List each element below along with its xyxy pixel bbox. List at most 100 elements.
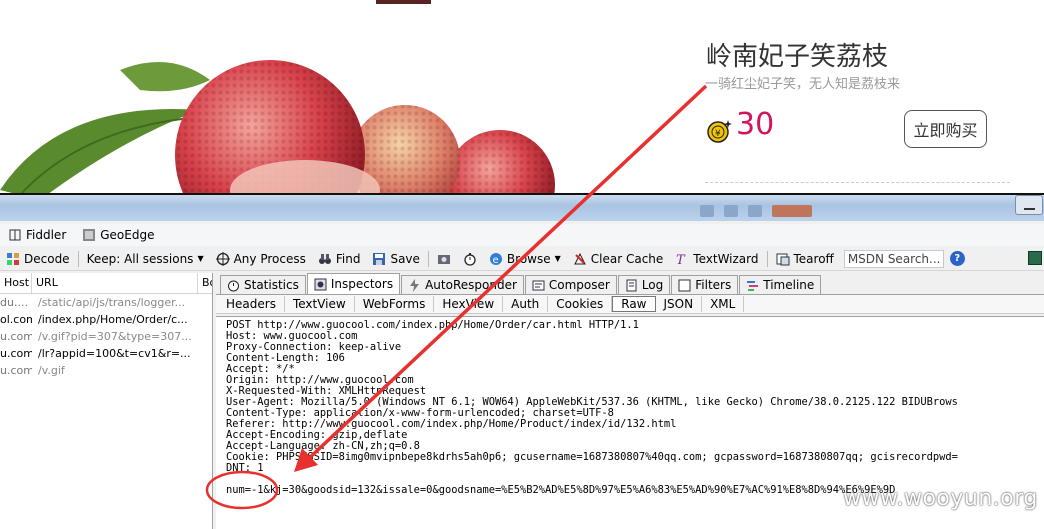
product-web-page: 岭南妃子笑荔枝 一骑红尘妃子笑，无人知是荔枝来 ¥ 30 立即购买	[0, 0, 1044, 196]
session-row[interactable]: ol.com/index.php/Home/Order/c...	[0, 311, 212, 328]
blurred-title	[700, 205, 840, 217]
find-label: Find	[335, 251, 361, 266]
checkbox-icon	[678, 279, 691, 291]
find-button[interactable]: Find	[312, 252, 367, 266]
subtab-json[interactable]: JSON	[656, 296, 703, 312]
dropdown-arrow-icon: ▼	[197, 254, 204, 263]
decode-label: Decode	[24, 251, 70, 266]
save-icon	[373, 252, 386, 265]
session-url: /lr?appid=100&t=cv1&r=...	[38, 347, 191, 360]
menu-bar: Fiddler GeoEdge	[0, 224, 1044, 246]
subtab-auth[interactable]: Auth	[503, 296, 549, 312]
fiddler-window: Fiddler GeoEdge Decode Keep: All session…	[0, 193, 1044, 529]
subtab-cookies[interactable]: Cookies	[548, 296, 613, 312]
menu-fiddler[interactable]: Fiddler	[0, 228, 74, 242]
subtab-raw[interactable]: Raw	[612, 296, 656, 312]
product-subtitle: 一骑红尘妃子笑，无人知是荔枝来	[705, 77, 901, 92]
keep-sessions-dropdown[interactable]: Keep: All sessions ▼	[81, 252, 210, 266]
tab-label: Inspectors	[330, 277, 394, 291]
browse-button[interactable]: e Browse ▼	[483, 252, 567, 266]
session-host: u.com	[0, 330, 32, 343]
clear-cache-icon	[573, 252, 586, 264]
geoedge-icon	[83, 229, 96, 241]
raw-line: Proxy-Connection: keep-alive	[226, 341, 402, 353]
lightning-icon	[410, 278, 420, 292]
screenshot-button[interactable]	[431, 252, 457, 266]
menu-geoedge[interactable]: GeoEdge	[74, 228, 162, 242]
raw-line: Content-Length: 106	[226, 352, 345, 364]
divider	[705, 182, 1010, 183]
save-button[interactable]: Save	[366, 252, 425, 266]
timer-button[interactable]	[457, 252, 483, 266]
sessions-list: Host URL Bo du.... /static/api/js/trans/l…	[0, 273, 213, 529]
inspectors-icon	[314, 278, 327, 290]
tearoff-icon	[776, 253, 789, 265]
timeline-icon	[747, 280, 759, 291]
raw-line: Cookie: PHPSESSID=8img0mvipnbepe8kdrhs5a…	[226, 451, 958, 463]
toolbar: Decode Keep: All sessions ▼ Any Process …	[0, 247, 1044, 271]
ie-icon: e	[489, 252, 502, 266]
decode-button[interactable]: Decode	[0, 252, 76, 266]
tab-label: AutoResponder	[425, 278, 517, 292]
product-title: 岭南妃子笑荔枝	[706, 42, 889, 72]
camera-icon	[437, 254, 450, 264]
session-row[interactable]: u.com/lr?appid=100&t=cv1&r=...	[0, 345, 212, 362]
subtab-hexview[interactable]: HexView	[434, 296, 504, 312]
save-label: Save	[390, 251, 420, 266]
textwizard-label: TextWizard	[693, 251, 759, 266]
session-row[interactable]: u.com/v.gif?pid=307&type=307...	[0, 328, 212, 345]
session-host: ol.com	[0, 313, 32, 326]
tab-composer[interactable]: Composer	[524, 275, 617, 294]
session-url: /v.gif?pid=307&type=307...	[38, 330, 192, 343]
clear-cache-button[interactable]: Clear Cache	[567, 252, 670, 266]
tab-label: Statistics	[244, 278, 299, 292]
tab-inspectors[interactable]: Inspectors	[306, 273, 401, 294]
subtab-xml[interactable]: XML	[702, 296, 745, 312]
column-header-body[interactable]: Bo	[198, 273, 212, 293]
tab-statistics[interactable]: Statistics	[220, 275, 306, 294]
tab-label: Filters	[695, 278, 732, 292]
session-host: u.com	[0, 364, 32, 377]
msdn-search-input[interactable]	[843, 249, 944, 268]
svg-text:¥: ¥	[715, 129, 721, 139]
session-url: /static/api/js/trans/logger...	[38, 296, 186, 309]
browse-label: Browse	[506, 251, 551, 266]
tearoff-label: Tearoff	[793, 251, 834, 266]
subtab-textview[interactable]: TextView	[285, 296, 355, 312]
svg-text:e: e	[492, 255, 498, 266]
any-process-button[interactable]: Any Process	[210, 251, 312, 266]
book-icon	[9, 229, 21, 241]
keep-sessions-label: Keep: All sessions	[86, 251, 194, 266]
subtab-webforms[interactable]: WebForms	[355, 296, 435, 312]
tearoff-button[interactable]: Tearoff	[770, 252, 840, 266]
request-subtabs: Headers TextView WebForms HexView Auth Cookie…	[216, 294, 1044, 314]
dropdown-arrow-icon: ▼	[554, 254, 561, 263]
tab-timeline[interactable]: Timeline	[739, 275, 822, 294]
online-status-icon[interactable]	[1028, 251, 1042, 265]
menu-fiddler-label: Fiddler	[26, 228, 67, 242]
tab-label: Timeline	[763, 278, 815, 292]
stopwatch-icon	[464, 252, 476, 266]
clear-cache-label: Clear Cache	[590, 251, 664, 266]
tab-label: Log	[641, 278, 664, 292]
tab-filters[interactable]: Filters	[671, 275, 739, 294]
tab-log[interactable]: Log	[617, 275, 671, 294]
minimize-button[interactable]	[1015, 195, 1043, 215]
composer-icon	[532, 280, 545, 290]
session-row[interactable]: du.... /static/api/js/trans/logger...	[0, 294, 212, 311]
tab-autoresponder[interactable]: AutoResponder	[401, 275, 524, 294]
stopwatch-icon	[228, 280, 239, 291]
session-row[interactable]: u.com/v.gif	[0, 362, 212, 379]
column-header-url[interactable]: URL	[32, 273, 198, 293]
watermark: www.wooyun.org	[843, 486, 1038, 511]
svg-text:T: T	[676, 253, 686, 266]
session-url: /index.php/Home/Order/c...	[38, 313, 188, 326]
session-rows: du.... /static/api/js/trans/logger... ol.c…	[0, 294, 212, 379]
help-icon[interactable]: ?	[949, 251, 965, 266]
buy-now-button[interactable]: 立即购买	[904, 110, 987, 148]
binoculars-icon	[318, 253, 331, 264]
toolbar-separator	[766, 250, 768, 267]
textwizard-button[interactable]: T TextWizard	[669, 252, 764, 266]
column-header-host[interactable]: Host	[0, 273, 32, 293]
subtab-headers[interactable]: Headers	[218, 296, 285, 312]
